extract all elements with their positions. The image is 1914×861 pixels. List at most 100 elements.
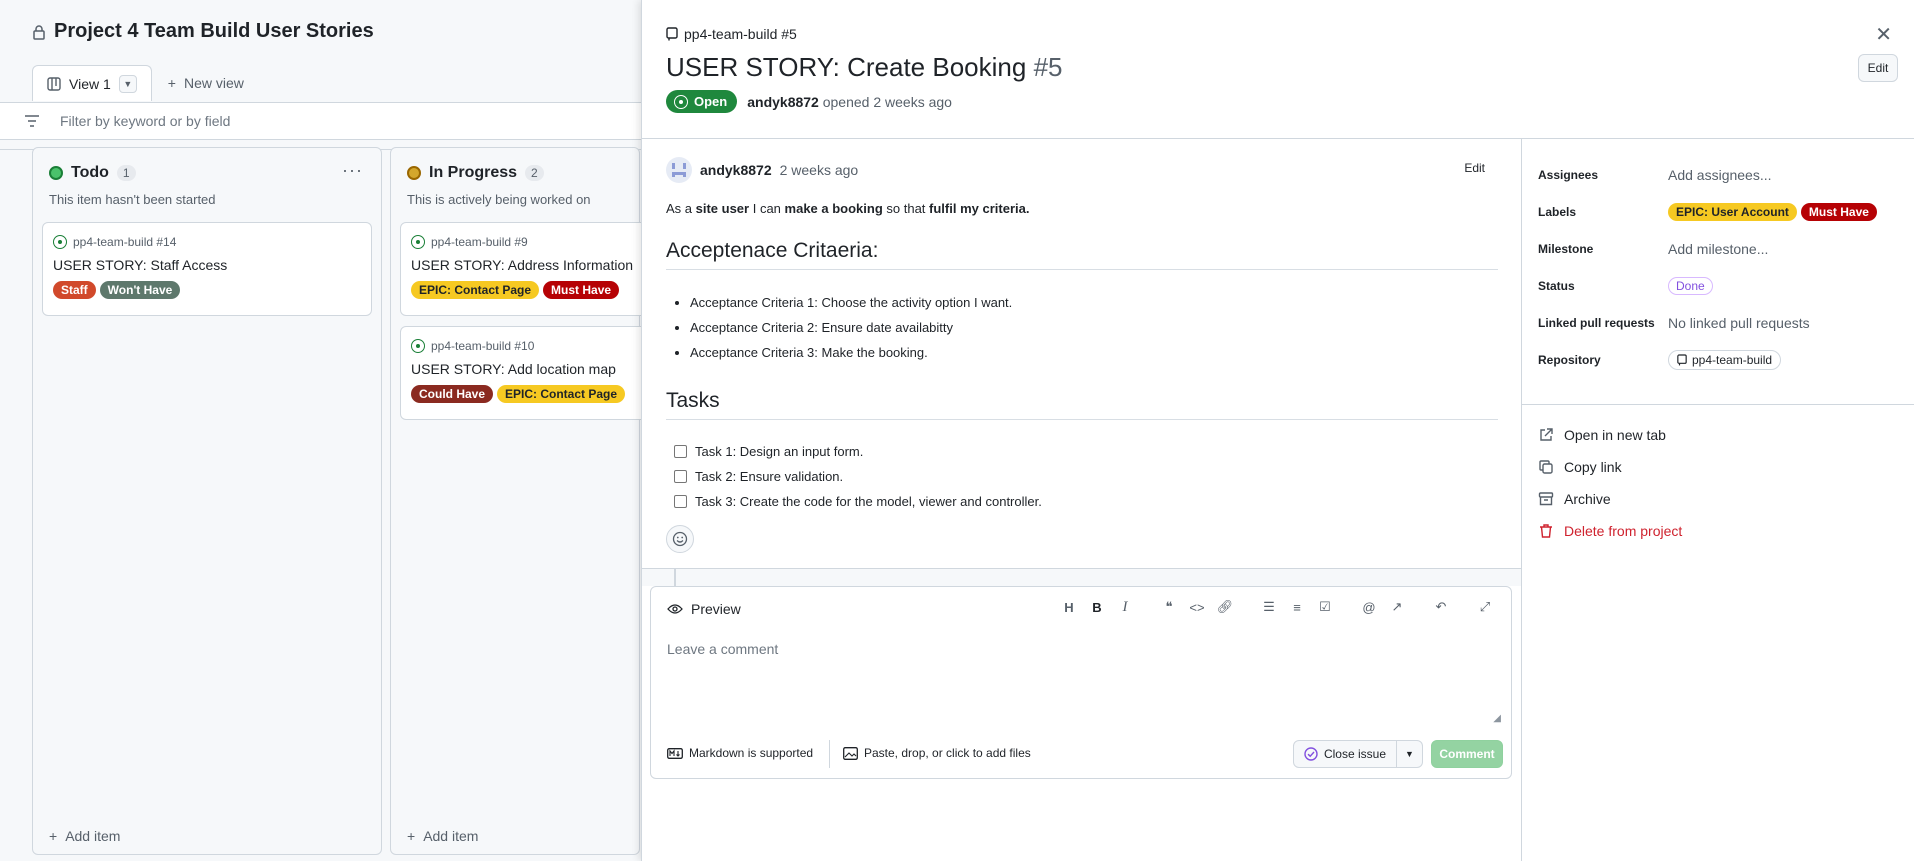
issue-author[interactable]: andyk8872 xyxy=(747,94,819,110)
issue-open-icon xyxy=(411,339,425,353)
trash-icon xyxy=(1540,524,1552,538)
cross-reference-icon[interactable]: ↗ xyxy=(1387,597,1407,617)
issue-opened-text: opened 2 weeks ago xyxy=(822,93,952,110)
card-ref: pp4-team-build #10 xyxy=(431,339,535,353)
issue-card[interactable]: pp4-team-build #14 USER STORY: Staff Acc… xyxy=(42,222,372,316)
card-ref: pp4-team-build #14 xyxy=(73,235,177,249)
label-badge: EPIC: Contact Page xyxy=(497,385,626,403)
numbered-list-icon[interactable]: ≡ xyxy=(1287,597,1307,617)
copy-link-button[interactable]: Copy link xyxy=(1538,451,1682,483)
open-new-tab-button[interactable]: Open in new tab xyxy=(1538,419,1682,451)
issue-main: andyk8872 2 weeks ago Edit As a site use… xyxy=(642,139,1522,861)
bullet-list-icon[interactable]: ☰ xyxy=(1259,597,1279,617)
avatar[interactable] xyxy=(666,157,692,183)
delete-label: Delete from project xyxy=(1564,523,1683,539)
task-item: Task 3: Create the code for the model, v… xyxy=(674,489,1042,514)
task-checkbox[interactable] xyxy=(674,445,687,458)
labels-value[interactable]: EPIC: User Account Must Have xyxy=(1668,203,1877,221)
issue-meta: Open andyk8872 opened 2 weeks ago xyxy=(666,90,952,113)
italic-icon[interactable]: I xyxy=(1115,597,1135,617)
markdown-note[interactable]: Markdown is supported xyxy=(667,746,813,760)
reply-icon[interactable]: ↶ xyxy=(1431,597,1451,617)
card-ref: pp4-team-build #9 xyxy=(431,235,528,249)
story-text: As a site user I can make a booking so t… xyxy=(666,201,1486,216)
board-icon xyxy=(47,76,61,91)
label-badge: Won't Have xyxy=(99,281,181,299)
text-bold: make a booking xyxy=(784,201,883,216)
text-bold: site user xyxy=(695,201,750,216)
column-header: Todo 1 xyxy=(49,164,136,182)
card-title[interactable]: USER STORY: Add location map xyxy=(411,361,649,377)
close-issue-options-button[interactable]: ▼ xyxy=(1397,740,1423,768)
archive-button[interactable]: Archive xyxy=(1538,483,1682,515)
issue-title-text: USER STORY: Create Booking xyxy=(666,52,1027,82)
delete-from-project-button[interactable]: Delete from project xyxy=(1538,515,1682,547)
task-item: Task 1: Design an input form. xyxy=(674,439,1042,464)
repository-link[interactable]: pp4-team-build xyxy=(1668,350,1782,370)
repo-icon xyxy=(666,27,678,41)
field-assignees: Assignees Add assignees... xyxy=(1538,163,1772,187)
milestone-value[interactable]: Add milestone... xyxy=(1668,241,1768,257)
filter-icon xyxy=(25,115,39,127)
task-item: Task 2: Ensure validation. xyxy=(674,464,1042,489)
eye-icon xyxy=(667,604,683,614)
fullscreen-icon[interactable]: ⤢ xyxy=(1475,597,1495,617)
task-label: Task 3: Create the code for the model, v… xyxy=(695,494,1042,509)
card-title[interactable]: USER STORY: Staff Access xyxy=(53,257,361,273)
column-header: In Progress 2 xyxy=(407,164,544,182)
assignees-value[interactable]: Add assignees... xyxy=(1668,167,1772,183)
text-segment: so that xyxy=(882,201,930,216)
link-icon[interactable]: 🔗︎ xyxy=(1215,597,1235,617)
add-item-button[interactable]: + Add item xyxy=(49,828,120,844)
acceptance-heading: Acceptenace Critaeria: xyxy=(666,239,1498,270)
filter-input[interactable]: Filter by keyword or by field xyxy=(60,113,230,129)
issue-card[interactable]: pp4-team-build #9 USER STORY: Address In… xyxy=(400,222,660,316)
comment-input[interactable] xyxy=(659,633,1503,725)
list-item: Acceptance Criteria 2: Ensure date avail… xyxy=(690,320,1012,345)
issue-card[interactable]: pp4-team-build #10 USER STORY: Add locat… xyxy=(400,326,660,420)
comment-composer: Preview H B I ❝ <> 🔗︎ ☰ ≡ ☑ @ ↗ ↶ ⤢ Leav… xyxy=(650,586,1512,779)
lock-icon xyxy=(33,24,45,40)
issue-ref[interactable]: pp4-team-build #5 xyxy=(666,26,797,42)
task-checkbox[interactable] xyxy=(674,495,687,508)
add-item-label: Add item xyxy=(423,828,479,844)
list-item: Acceptance Criteria 1: Choose the activi… xyxy=(690,295,1012,320)
resize-handle-icon[interactable]: ◢ xyxy=(1493,713,1501,724)
new-view-button[interactable]: + New view xyxy=(152,65,260,101)
edit-title-button[interactable]: Edit xyxy=(1858,54,1898,82)
close-issue-button[interactable]: Close issue xyxy=(1292,740,1397,768)
issue-panel: pp4-team-build #5 USER STORY: Create Boo… xyxy=(641,0,1914,861)
issue-header: pp4-team-build #5 USER STORY: Create Boo… xyxy=(642,0,1914,139)
field-status: Status Done xyxy=(1538,274,1713,298)
mention-icon[interactable]: @ xyxy=(1359,597,1379,617)
copy-link-label: Copy link xyxy=(1564,459,1622,475)
card-title[interactable]: USER STORY: Address Information xyxy=(411,257,649,273)
heading-icon[interactable]: H xyxy=(1059,597,1079,617)
column-menu-icon[interactable]: ··· xyxy=(342,160,363,181)
add-item-button[interactable]: + Add item xyxy=(407,828,478,844)
bold-icon[interactable]: B xyxy=(1087,597,1107,617)
close-icon[interactable]: ✕ xyxy=(1875,22,1892,47)
task-list-icon[interactable]: ☑ xyxy=(1315,597,1335,617)
list-item: Acceptance Criteria 3: Make the booking. xyxy=(690,345,1012,370)
tab-view-1[interactable]: View 1 ▼ xyxy=(32,65,152,101)
label-badge: Staff xyxy=(53,281,96,299)
comment-author[interactable]: andyk8872 xyxy=(700,162,772,178)
attach-files-button[interactable]: Paste, drop, or click to add files xyxy=(843,746,1031,760)
code-icon[interactable]: <> xyxy=(1187,597,1207,617)
task-checkbox[interactable] xyxy=(674,470,687,483)
status-value[interactable]: Done xyxy=(1668,277,1713,295)
issue-open-icon xyxy=(674,94,688,109)
smiley-icon xyxy=(672,531,688,547)
add-reaction-button[interactable] xyxy=(666,525,694,553)
comment-time[interactable]: 2 weeks ago xyxy=(780,162,859,178)
quote-icon[interactable]: ❝ xyxy=(1159,597,1179,617)
issue-title: USER STORY: Create Booking #5 xyxy=(666,52,1062,83)
column-description: This item hasn't been started xyxy=(49,192,216,207)
view-options-button[interactable]: ▼ xyxy=(118,74,137,93)
field-milestone: Milestone Add milestone... xyxy=(1538,237,1768,261)
comment-button[interactable]: Comment xyxy=(1431,740,1503,768)
column-count: 1 xyxy=(116,165,136,181)
preview-tab[interactable]: Preview xyxy=(667,601,741,617)
comment-edit-button[interactable]: Edit xyxy=(1464,161,1485,175)
